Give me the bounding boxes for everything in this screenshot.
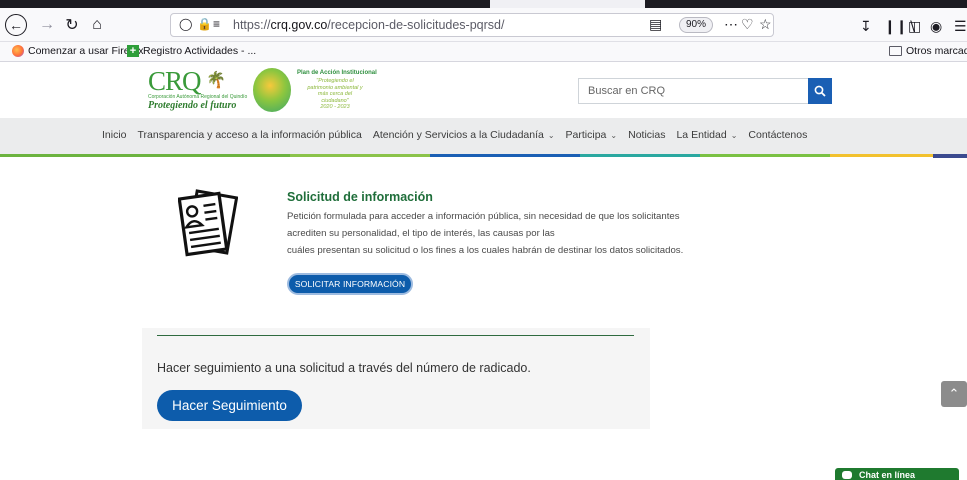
hacer-seguimiento-button[interactable]: Hacer Seguimiento xyxy=(157,390,302,421)
bookmark-firefox[interactable]: Comenzar a usar Firefox xyxy=(12,45,144,57)
document-form-icon xyxy=(177,188,239,260)
bookmark-registro[interactable]: + Registro Actividades - ... xyxy=(127,45,256,57)
side-tab[interactable] xyxy=(933,154,967,158)
solicitar-informacion-button[interactable]: SOLICITAR INFORMACIÓN xyxy=(287,273,413,295)
search-icon xyxy=(814,85,826,97)
plan-emblem-icon xyxy=(253,68,291,112)
browser-navbar: ← → ↻ ⌂ ◯ 🔒 ≡ https://crq.gov.co/recepci… xyxy=(0,8,967,42)
seguimiento-panel: Hacer seguimiento a una solicitud a trav… xyxy=(142,328,650,429)
stripe-segment xyxy=(430,154,580,157)
zoom-level[interactable]: 90% xyxy=(679,17,714,33)
folder-icon xyxy=(889,46,902,56)
divider xyxy=(157,335,634,336)
stripe-segment xyxy=(0,154,290,157)
stripe-segment xyxy=(580,154,700,157)
search-button[interactable] xyxy=(808,78,832,104)
menu-item-label: Participa xyxy=(565,129,607,141)
url-domain: crq.gov.co xyxy=(270,18,328,32)
chevron-up-icon: ⌃ xyxy=(948,386,960,401)
site-search xyxy=(578,78,832,104)
home-icon[interactable]: ⌂ xyxy=(85,13,109,37)
plan-subtitle-block: "Protegiendo el patrimonio ambiental y m… xyxy=(305,78,365,111)
plan-subtitle: "Protegiendo el patrimonio ambiental y m… xyxy=(307,78,363,104)
description-line: cuáles presentan su solicitud o los fine… xyxy=(287,245,684,256)
lock-icon[interactable]: 🔒 xyxy=(197,17,212,31)
plus-icon: + xyxy=(127,45,139,57)
site-header: CRQ 🌴 Corporación Autónoma Regional del … xyxy=(0,62,967,118)
bookmark-star-icon[interactable]: ☆ xyxy=(759,16,772,33)
firefox-icon xyxy=(12,45,24,57)
reload-icon[interactable]: ↻ xyxy=(60,13,84,37)
menu-item[interactable]: La Entidad ⌄ xyxy=(676,129,737,141)
url-scheme: https:// xyxy=(233,18,271,32)
chat-label: Chat en línea xyxy=(859,470,916,480)
url-path: /recepcion-de-solicitudes-pqrsd/ xyxy=(327,18,505,32)
account-icon[interactable]: ◉ xyxy=(930,18,942,35)
menu-item-label: Transparencia y acceso a la información … xyxy=(137,129,362,141)
page-actions-icon[interactable]: ⋯ xyxy=(724,16,738,33)
chevron-down-icon: ⌄ xyxy=(547,131,555,140)
reader-view-icon[interactable]: ▤ xyxy=(649,16,662,33)
tab-strip-gap xyxy=(490,0,645,8)
permissions-icon[interactable]: ≡ xyxy=(213,17,220,31)
menu-item[interactable]: Atención y Servicios a la Ciudadanía ⌄ xyxy=(373,129,555,141)
palm-tree-icon: 🌴 xyxy=(206,72,226,89)
stripe-segment xyxy=(700,154,830,157)
menu-item-label: Contáctenos xyxy=(748,129,808,141)
bookmark-otros[interactable]: Otros marcadores xyxy=(889,45,967,57)
pocket-icon[interactable]: ♡ xyxy=(741,16,754,33)
chat-button[interactable]: Chat en línea xyxy=(835,468,959,480)
tab-strip-active xyxy=(0,0,490,8)
menu-item-label: Inicio xyxy=(102,129,127,141)
chevron-down-icon: ⌄ xyxy=(610,131,618,140)
menu-item[interactable]: Participa ⌄ xyxy=(566,129,618,141)
menu-icon[interactable]: ☰ xyxy=(954,18,967,35)
url-bar[interactable]: ◯ 🔒 ≡ https://crq.gov.co/recepcion-de-so… xyxy=(170,13,774,37)
logo-text: CRQ xyxy=(148,66,202,96)
back-icon[interactable]: ← xyxy=(5,14,27,36)
main-menu: Inicio Transparencia y acceso a la inform… xyxy=(0,118,967,154)
search-input[interactable] xyxy=(578,78,808,104)
menu-item[interactable]: Inicio xyxy=(102,129,127,141)
bookmark-label: Otros marcadores xyxy=(906,45,967,57)
description-line: Petición formulada para acceder a inform… xyxy=(287,211,680,222)
downloads-icon[interactable]: ↧ xyxy=(860,18,872,35)
forward-icon[interactable]: → xyxy=(35,13,59,37)
menu-item[interactable]: Contáctenos xyxy=(748,129,807,141)
chevron-down-icon: ⌄ xyxy=(730,131,738,140)
tab-strip-right xyxy=(645,0,967,8)
logo-slogan: Protegiendo el futuro xyxy=(148,100,237,111)
menu-items: Inicio Transparencia y acceso a la inform… xyxy=(102,129,818,141)
stripe-segment xyxy=(290,154,430,157)
plan-years: 2020 - 2023 xyxy=(320,104,350,110)
plan-accion-logo: Plan de Acción Institucional "Protegiend… xyxy=(253,68,383,114)
chat-bubble-icon xyxy=(842,471,852,479)
menu-item-label: Noticias xyxy=(628,129,666,141)
menu-item-label: Atención y Servicios a la Ciudadanía xyxy=(372,129,544,141)
url-text[interactable]: https://crq.gov.co/recepcion-de-solicitu… xyxy=(233,18,504,32)
description-line: acrediten su personalidad, el tipo de in… xyxy=(287,228,555,239)
seguimiento-text: Hacer seguimiento a una solicitud a trav… xyxy=(157,361,531,375)
menu-item-label: La Entidad xyxy=(676,129,727,141)
solicitud-description: Petición formulada para acceder a inform… xyxy=(287,208,707,259)
crq-logo[interactable]: CRQ 🌴 Corporación Autónoma Regional del … xyxy=(148,68,248,114)
bookmarks-bar: Comenzar a usar Firefox + Registro Activ… xyxy=(0,42,967,62)
browser-tab-strip xyxy=(0,0,967,8)
bookmark-label: Registro Actividades - ... xyxy=(143,45,257,57)
scroll-to-top-button[interactable]: ⌃ xyxy=(941,381,967,407)
menu-item[interactable]: Noticias xyxy=(628,129,665,141)
plan-title: Plan de Acción Institucional xyxy=(297,70,377,76)
menu-item[interactable]: Transparencia y acceso a la información … xyxy=(138,129,362,141)
solicitud-title: Solicitud de información xyxy=(287,190,433,204)
sidebar-icon[interactable]: ◫ xyxy=(908,18,921,35)
menu-color-stripe xyxy=(0,154,967,157)
shield-icon[interactable]: ◯ xyxy=(179,17,192,31)
